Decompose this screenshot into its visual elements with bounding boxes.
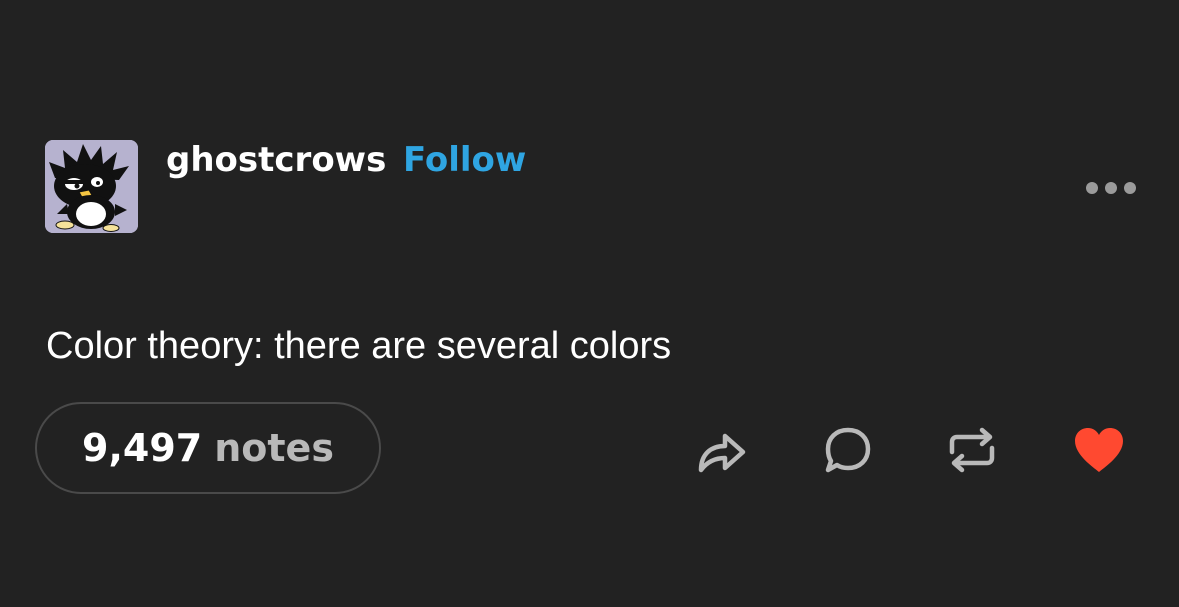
post-body: Color theory: there are several colors bbox=[46, 325, 672, 367]
dot bbox=[1124, 182, 1136, 194]
avatar[interactable] bbox=[45, 140, 138, 233]
notes-button[interactable]: 9,497 notes bbox=[35, 402, 381, 494]
dot bbox=[1086, 182, 1098, 194]
reply-icon[interactable] bbox=[820, 422, 876, 478]
share-icon[interactable] bbox=[693, 422, 749, 478]
post-card: ghostcrows Follow Color theory: there ar… bbox=[0, 0, 1179, 607]
dot bbox=[1105, 182, 1117, 194]
username[interactable]: ghostcrows bbox=[166, 140, 386, 180]
heart-icon[interactable] bbox=[1071, 422, 1127, 478]
follow-button[interactable]: Follow bbox=[403, 140, 526, 180]
notes-count: 9,497 bbox=[82, 426, 203, 470]
reblog-icon[interactable] bbox=[944, 422, 1000, 478]
more-options-icon[interactable] bbox=[1086, 180, 1136, 196]
notes-label: notes bbox=[214, 426, 334, 470]
